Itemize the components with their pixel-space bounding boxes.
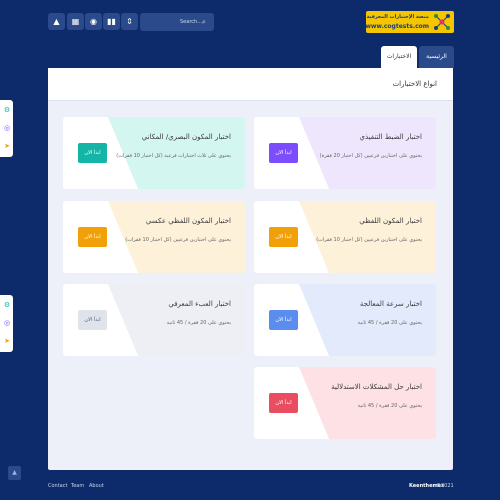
start-button[interactable]: ابدأ الان: [269, 227, 298, 247]
tab-tests[interactable]: الاختبارات: [381, 46, 417, 68]
side-toolbar: ⚙ ◎ ➤: [0, 295, 13, 352]
image-icon[interactable]: ▲: [48, 13, 65, 30]
card-title: اختبار المكون البصري/ المكاني: [141, 133, 231, 141]
test-card: اختبار سرعة المعالجة يحتوي على 20 فقرة /…: [254, 284, 436, 356]
search-placeholder: Search...: [180, 19, 202, 25]
footer-link-about[interactable]: About: [89, 483, 104, 489]
card-description: يحتوي على 20 فقرة / 45 ثانية: [357, 403, 422, 409]
help-icon[interactable]: ◎: [3, 319, 11, 327]
card-title: اختبار الضبط التنفيذي: [359, 133, 422, 141]
send-icon[interactable]: ➤: [3, 142, 11, 150]
side-toolbar: ⚙ ◎ ➤: [0, 100, 13, 157]
logo-url: www.cogtests.com: [365, 23, 429, 30]
settings-icon[interactable]: ⚙: [3, 301, 11, 309]
start-button[interactable]: ابدأ الان: [269, 310, 298, 330]
test-card: اختبار المكون اللفظي يحتوي على اختبارين …: [254, 201, 436, 273]
card-description: يحتوي على اختبارين فرعيين (كل اختبار 20 …: [319, 153, 422, 159]
grid-icon[interactable]: ▦: [67, 13, 84, 30]
test-card: اختبار الضبط التنفيذي يحتوي على اختبارين…: [254, 117, 436, 189]
card-title: اختبار المكون اللفظي: [359, 217, 422, 225]
send-icon[interactable]: ➤: [3, 337, 11, 345]
card-title: اختبار حل المشكلات الاستدلالية: [331, 383, 422, 391]
start-button[interactable]: ابدأ الان: [78, 143, 107, 163]
scroll-top-button[interactable]: ▲: [8, 466, 21, 480]
expand-icon[interactable]: ⇕: [121, 13, 138, 30]
footer: Contact Team About Keenthemes ©2021: [0, 480, 500, 494]
footer-link-contact[interactable]: Contact: [48, 483, 67, 489]
start-button[interactable]: ابدأ الان: [78, 227, 107, 247]
panel-header: انواع الاختبارات: [48, 68, 453, 101]
test-card: اختبار المكون البصري/ المكاني يحتوي على …: [63, 117, 245, 189]
card-description: يحتوي على 20 فقرة / 45 ثانية: [357, 320, 422, 326]
card-description: يحتوي على 20 فقرة / 45 ثانية: [166, 320, 231, 326]
card-description: يحتوي على اختبارين فرعيين (كل اختبار 10 …: [316, 237, 422, 243]
test-card: اختبار العبء المعرفي يحتوي على 20 فقرة /…: [63, 284, 245, 356]
test-card: اختبار حل المشكلات الاستدلالية يحتوي على…: [254, 367, 436, 439]
card-title: اختبار المكون اللفظي عكسي: [145, 217, 231, 225]
search-input[interactable]: Search... ⌕: [140, 13, 214, 31]
molecule-icon: [434, 14, 450, 30]
site-logo[interactable]: منصة الإختبارات المعرفية www.cogtests.co…: [365, 11, 454, 33]
card-title: اختبار العبء المعرفي: [168, 300, 231, 308]
card-description: يحتوي على اختبارين فرعيين (كل اختبار 10 …: [125, 237, 231, 243]
tab-home[interactable]: الرئيسية: [419, 46, 454, 68]
start-button[interactable]: ابدأ الان: [78, 310, 107, 330]
test-card: اختبار المكون اللفظي عكسي يحتوي على اختب…: [63, 201, 245, 273]
logo-title: منصة الإختبارات المعرفية: [366, 14, 429, 20]
start-button[interactable]: ابدأ الان: [269, 393, 298, 413]
top-bar: ▲ ▦ ◉ ▮▮ ⇕ Search... ⌕ منصة الإختبارات ا…: [0, 0, 500, 46]
bug-icon[interactable]: ◉: [85, 13, 102, 30]
help-icon[interactable]: ◎: [3, 124, 11, 132]
footer-copyright: ©2021: [436, 483, 454, 489]
main-panel: انواع الاختبارات اختبار الضبط التنفيذي ي…: [48, 68, 453, 470]
page-title: انواع الاختبارات: [392, 80, 437, 88]
start-button[interactable]: ابدأ الان: [269, 143, 298, 163]
footer-link-team[interactable]: Team: [71, 483, 84, 489]
card-title: اختبار سرعة المعالجة: [359, 300, 422, 308]
search-icon[interactable]: ⌕: [202, 13, 206, 31]
settings-icon[interactable]: ⚙: [3, 106, 11, 114]
bar-chart-icon[interactable]: ▮▮: [103, 13, 120, 30]
card-description: يحتوي على ثلاث اختبارات فرعية (كل اختبار…: [116, 153, 231, 159]
